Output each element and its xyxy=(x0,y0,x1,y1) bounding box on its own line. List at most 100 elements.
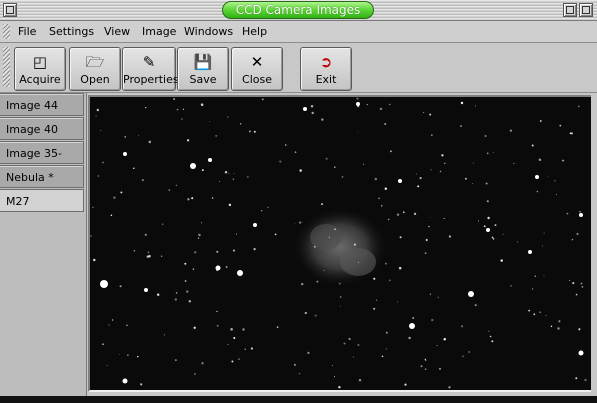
faint-star xyxy=(314,314,317,317)
faint-star xyxy=(543,275,545,277)
faint-star xyxy=(581,285,584,288)
faint-star xyxy=(558,320,561,323)
tab-image-40[interactable]: Image 40 xyxy=(0,117,84,140)
open-button[interactable]: 🗁 Open xyxy=(69,47,121,91)
tab-m27[interactable]: M27 xyxy=(0,189,84,212)
faint-star xyxy=(448,235,451,238)
maximize-icon xyxy=(582,6,590,14)
faint-star xyxy=(389,150,392,153)
faint-star xyxy=(569,132,572,135)
faint-star xyxy=(156,293,160,296)
faint-star xyxy=(232,178,235,180)
faint-star xyxy=(224,171,228,174)
faint-star xyxy=(260,209,263,212)
faint-star xyxy=(174,298,178,301)
faint-star xyxy=(320,203,324,206)
acquire-icon: ◰ xyxy=(32,53,48,71)
faint-star xyxy=(233,173,235,174)
faint-star xyxy=(112,319,114,321)
faint-star xyxy=(137,355,139,358)
faint-star xyxy=(334,166,336,168)
tab-nebula[interactable]: Nebula * xyxy=(0,165,84,188)
faint-star xyxy=(238,358,240,360)
faint-star xyxy=(424,368,427,370)
faint-star xyxy=(460,101,464,105)
window-menu-button[interactable] xyxy=(3,3,17,17)
faint-star xyxy=(215,134,218,137)
faint-star xyxy=(396,301,398,303)
save-button[interactable]: 💾 Save xyxy=(177,47,229,91)
faint-star xyxy=(357,343,360,347)
close-button[interactable]: ✕ Close xyxy=(231,47,283,91)
faint-star xyxy=(298,372,301,375)
faint-star xyxy=(539,311,542,314)
faint-star xyxy=(478,220,480,222)
faint-star xyxy=(216,310,218,313)
faint-star xyxy=(408,336,411,340)
faint-star xyxy=(554,180,556,182)
bright-star xyxy=(528,250,532,254)
faint-star xyxy=(545,314,547,316)
menu-file[interactable]: File xyxy=(18,25,36,38)
ccd-image-viewer[interactable] xyxy=(88,95,593,392)
acquire-button[interactable]: ◰ Acquire xyxy=(14,47,66,91)
faint-star xyxy=(93,258,96,262)
nebula-blob xyxy=(292,207,388,287)
faint-star xyxy=(415,173,418,175)
tab-image-44[interactable]: Image 44 xyxy=(0,93,84,116)
faint-star xyxy=(95,115,97,117)
faint-star xyxy=(132,167,135,170)
faint-star xyxy=(332,364,333,366)
faint-star xyxy=(253,247,256,251)
faint-star xyxy=(339,305,341,307)
bright-star xyxy=(237,270,243,276)
faint-star xyxy=(528,309,530,312)
faint-star xyxy=(557,327,560,330)
faint-star xyxy=(225,266,228,268)
menu-image[interactable]: Image xyxy=(142,25,176,38)
menu-windows[interactable]: Windows xyxy=(184,25,233,38)
faint-star xyxy=(276,326,279,328)
bright-star xyxy=(122,378,128,384)
faint-star xyxy=(191,197,194,200)
faint-star xyxy=(219,181,220,182)
properties-button[interactable]: ✎ Properties xyxy=(122,47,179,91)
faint-star xyxy=(531,144,534,147)
faint-star xyxy=(119,285,122,288)
faint-star xyxy=(294,151,297,153)
faint-star xyxy=(250,347,253,350)
faint-star xyxy=(572,282,575,285)
faint-star xyxy=(388,279,391,282)
menu-help[interactable]: Help xyxy=(242,25,267,38)
faint-star xyxy=(216,250,219,253)
faint-star xyxy=(380,204,383,207)
faint-star xyxy=(579,211,581,213)
faint-star xyxy=(100,129,102,132)
tab-image-35-clear[interactable]: Image 35-Clear xyxy=(0,141,84,183)
faint-star xyxy=(184,280,187,282)
faint-star xyxy=(441,154,444,157)
menu-view[interactable]: View xyxy=(104,25,130,38)
faint-star xyxy=(294,222,296,224)
maximize-button[interactable] xyxy=(579,3,593,17)
faint-star xyxy=(580,282,583,285)
minimize-button[interactable] xyxy=(563,3,577,17)
faint-star xyxy=(531,288,534,290)
bright-star xyxy=(356,102,360,106)
bright-star xyxy=(144,288,148,292)
faint-star xyxy=(193,251,197,254)
faint-star xyxy=(436,345,438,347)
faint-star xyxy=(538,158,542,162)
faint-star xyxy=(232,249,236,252)
bright-star xyxy=(578,350,584,356)
exit-button[interactable]: ➲ Exit xyxy=(300,47,352,91)
menu-settings[interactable]: Settings xyxy=(49,25,94,38)
menubar-handle[interactable] xyxy=(3,24,10,39)
faint-star xyxy=(396,213,400,216)
toolbar-handle[interactable] xyxy=(3,47,10,87)
faint-star xyxy=(328,236,330,238)
faint-star xyxy=(373,307,376,310)
faint-star xyxy=(353,243,356,246)
faint-star xyxy=(141,178,145,182)
faint-star xyxy=(316,280,319,283)
